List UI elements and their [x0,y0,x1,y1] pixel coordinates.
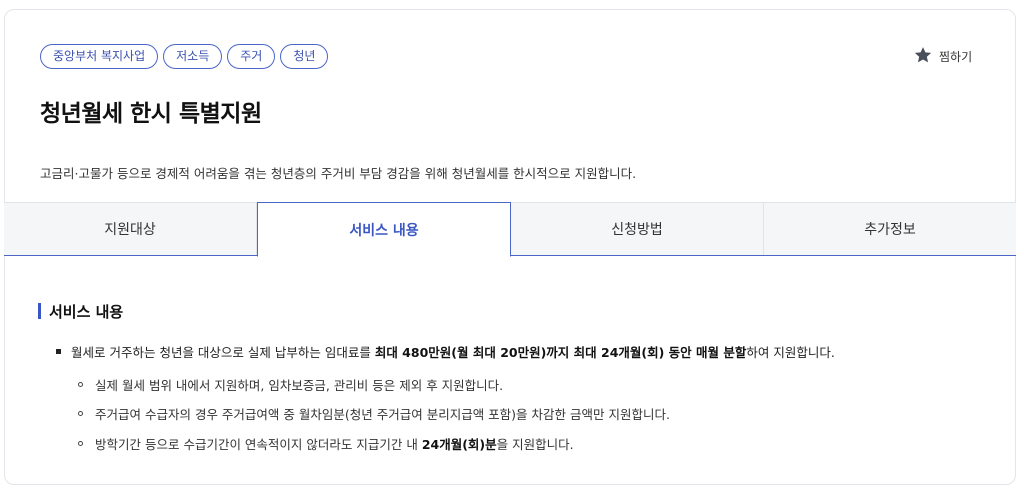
tab-eligibility[interactable]: 지원대상 [4,203,257,255]
tab-service-content[interactable]: 서비스 내용 [257,202,511,257]
sub-bullet: 주거급여 수급자의 경우 주거급여액 중 월차임분(청년 주거급여 분리지급액 … [78,404,670,423]
sub-bullet-text: 방학기간 등으로 수급기간이 연속적이지 않더라도 지급기간 내 24개월(회)… [95,434,574,453]
tab-label: 서비스 내용 [349,222,419,239]
sub-text-post: 을 지원합니다. [496,437,574,452]
circle-bullet-icon [78,441,83,446]
page-title: 청년월세 한시 특별지원 [40,101,262,127]
sub-bullet: 방학기간 등으로 수급기간이 연속적이지 않더라도 지급기간 내 24개월(회)… [78,434,574,453]
bookmark-button[interactable]: 찜하기 [913,45,972,67]
sub-text-bold: 24개월(회)분 [421,437,497,452]
sub-bullet: 실제 월세 범위 내에서 지원하며, 임차보증금, 관리비 등은 제외 후 지원… [78,375,503,394]
tab-additional-info[interactable]: 추가정보 [764,203,1016,255]
bullet-text-bold: 최대 480만원(월 최대 20만원)까지 최대 24개월(회) 동안 매월 분… [374,345,747,360]
square-bullet-icon [56,349,61,354]
section-title: 서비스 내용 [49,302,124,321]
bullet-text: 월세로 거주하는 청년을 대상으로 실제 납부하는 임대료를 최대 480만원(… [71,342,835,361]
circle-bullet-icon [78,382,83,387]
sub-text-pre: 실제 월세 범위 내에서 지원하며, 임차보증금, 관리비 등은 제외 후 지원… [95,378,504,393]
section-heading: 서비스 내용 [38,302,124,321]
sub-text-pre: 방학기간 등으로 수급기간이 연속적이지 않더라도 지급기간 내 [95,437,422,452]
bullet-text-post: 하여 지원합니다. [746,345,835,360]
service-summary: 고금리·고물가 등으로 경제적 어려움을 겪는 청년층의 주거비 부담 경감을 … [40,166,637,181]
tag-list: 중앙부처 복지사업 저소득 주거 청년 [40,44,329,69]
sub-bullet-text: 실제 월세 범위 내에서 지원하며, 임차보증금, 관리비 등은 제외 후 지원… [95,375,503,394]
tab-application-method[interactable]: 신청방법 [511,203,764,255]
tab-label: 추가정보 [864,222,916,238]
tag-housing[interactable]: 주거 [227,44,276,69]
circle-bullet-icon [78,411,83,416]
sub-bullet-text: 주거급여 수급자의 경우 주거급여액 중 월차임분(청년 주거급여 분리지급액 … [95,404,670,423]
main-bullet: 월세로 거주하는 청년을 대상으로 실제 납부하는 임대료를 최대 480만원(… [56,342,835,361]
section-accent-bar [38,303,41,319]
sub-text-pre: 주거급여 수급자의 경우 주거급여액 중 월차임분(청년 주거급여 분리지급액 … [95,407,670,422]
tag-low-income[interactable]: 저소득 [163,44,223,69]
tag-central-welfare[interactable]: 중앙부처 복지사업 [40,44,159,69]
bullet-text-pre: 월세로 거주하는 청년을 대상으로 실제 납부하는 임대료를 [71,345,375,360]
star-icon [913,45,933,68]
tab-bar: 지원대상 서비스 내용 신청방법 추가정보 [4,202,1016,257]
tab-label: 신청방법 [611,222,663,238]
bookmark-label: 찜하기 [939,49,973,64]
tag-youth[interactable]: 청년 [280,44,329,69]
tab-label: 지원대상 [104,222,156,238]
